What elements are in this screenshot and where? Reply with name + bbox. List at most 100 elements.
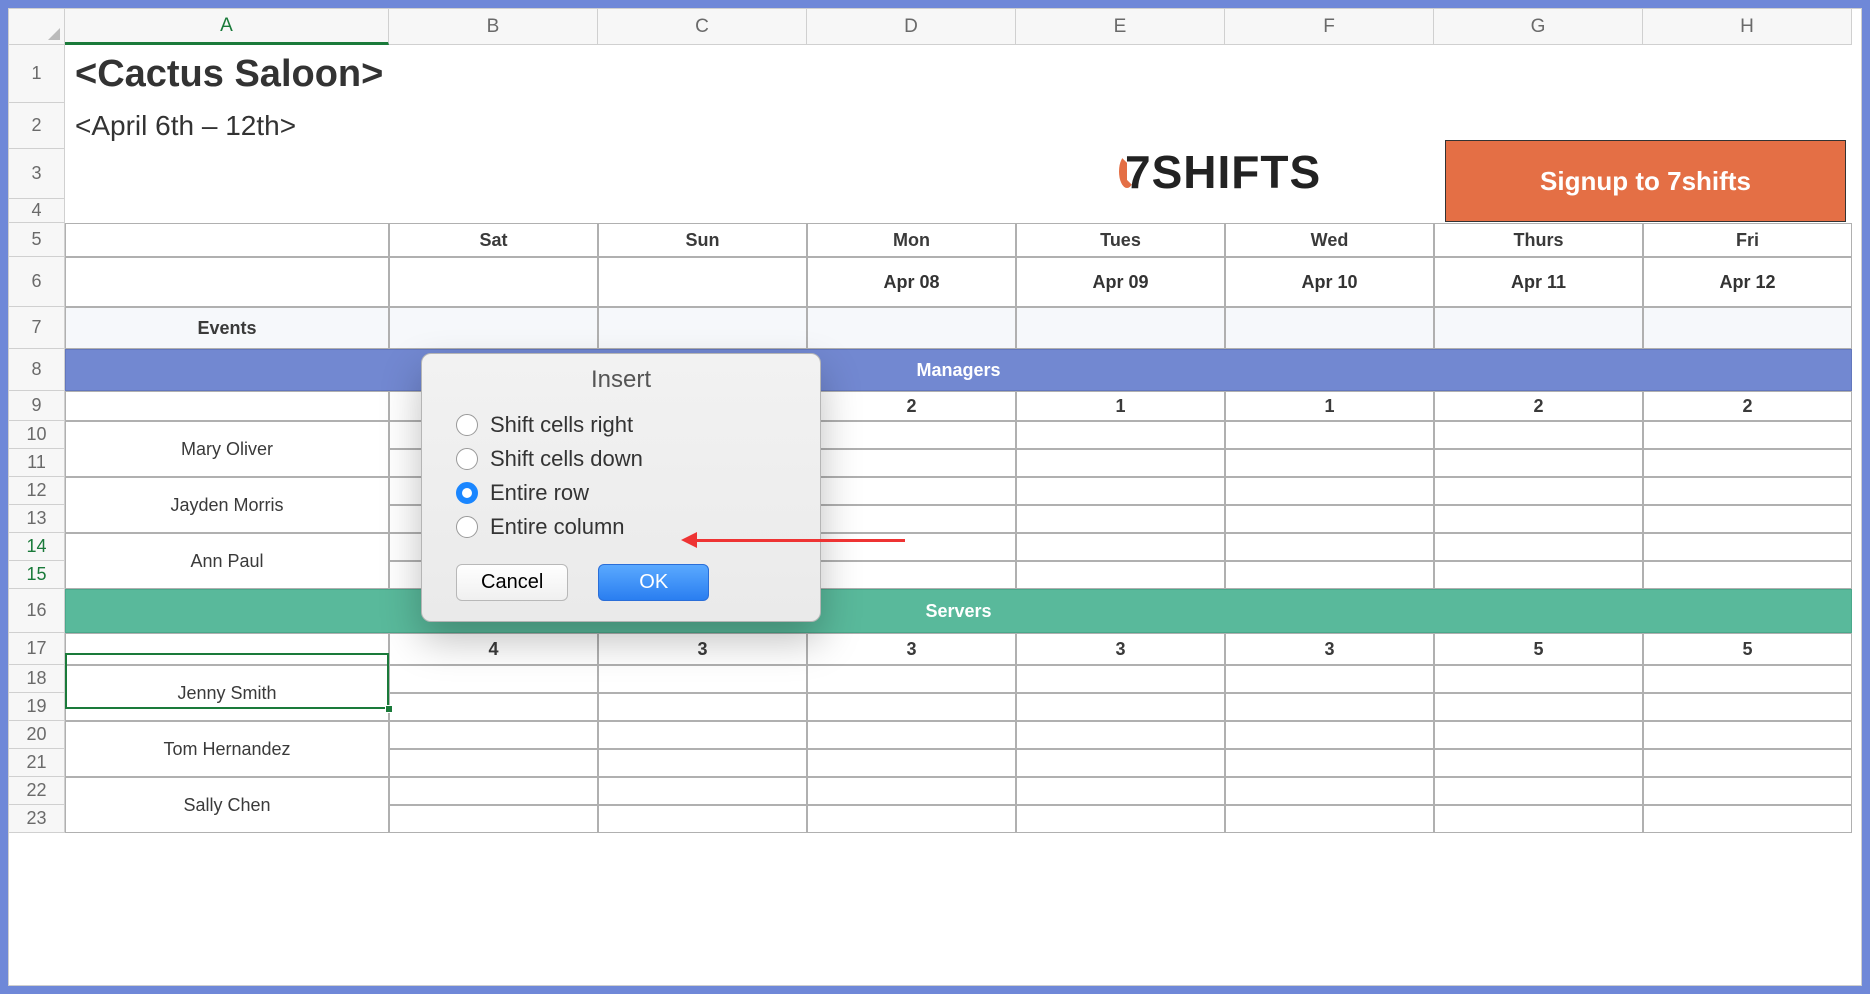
row-header-9[interactable]: 9: [9, 391, 65, 421]
managers-section[interactable]: Managers: [65, 349, 1852, 391]
blank-cell[interactable]: [1016, 103, 1225, 149]
srv-count-6[interactable]: 5: [1643, 633, 1852, 665]
mgr-name-2[interactable]: Ann Paul: [65, 533, 389, 589]
mgr-count-3[interactable]: 1: [1016, 391, 1225, 421]
srv-shift-cell[interactable]: [389, 749, 598, 777]
mgr-count-6[interactable]: 2: [1643, 391, 1852, 421]
date-header-5[interactable]: Apr 11: [1434, 257, 1643, 307]
mgr-shift-cell[interactable]: [1434, 533, 1643, 561]
radio-entire-row[interactable]: Entire row: [456, 476, 786, 510]
day-header-0[interactable]: Sat: [389, 223, 598, 257]
srv-shift-cell[interactable]: [1434, 665, 1643, 693]
row-header-16[interactable]: 16: [9, 589, 65, 633]
row-header-1[interactable]: 1: [9, 45, 65, 103]
srv-name-1[interactable]: Tom Hernandez: [65, 721, 389, 777]
srv-shift-cell[interactable]: [1643, 777, 1852, 805]
row-header-2[interactable]: 2: [9, 103, 65, 149]
row-header-13[interactable]: 13: [9, 505, 65, 533]
mgr-shift-cell[interactable]: [807, 421, 1016, 449]
col-header-C[interactable]: C: [598, 9, 807, 45]
mgr-shift-cell[interactable]: [1016, 449, 1225, 477]
srv-shift-cell[interactable]: [1643, 693, 1852, 721]
srv-count-4[interactable]: 3: [1225, 633, 1434, 665]
srv-shift-cell[interactable]: [807, 721, 1016, 749]
row-header-21[interactable]: 21: [9, 749, 65, 777]
events-label[interactable]: Events: [65, 307, 389, 349]
mgr-shift-cell[interactable]: [1225, 477, 1434, 505]
mgr-shift-cell[interactable]: [1016, 477, 1225, 505]
mgr-shift-cell[interactable]: [1225, 505, 1434, 533]
blank-cell[interactable]: [65, 199, 389, 223]
row-header-6[interactable]: 6: [9, 257, 65, 307]
row-header-4[interactable]: 4: [9, 199, 65, 223]
srv-shift-cell[interactable]: [807, 777, 1016, 805]
mgr-shift-cell[interactable]: [1434, 505, 1643, 533]
srv-shift-cell[interactable]: [1225, 665, 1434, 693]
row-header-7[interactable]: 7: [9, 307, 65, 349]
mgr-shift-cell[interactable]: [807, 449, 1016, 477]
srv-count-1[interactable]: 3: [598, 633, 807, 665]
col-header-B[interactable]: B: [389, 9, 598, 45]
mgr-shift-cell[interactable]: [1434, 561, 1643, 589]
mgr-shift-cell[interactable]: [1016, 533, 1225, 561]
row-header-19[interactable]: 19: [9, 693, 65, 721]
day-header-1[interactable]: Sun: [598, 223, 807, 257]
row-header-11[interactable]: 11: [9, 449, 65, 477]
blank-cell[interactable]: [598, 149, 807, 199]
srv-shift-cell[interactable]: [1434, 749, 1643, 777]
mgr-shift-cell[interactable]: [1016, 561, 1225, 589]
mgr-shift-cell[interactable]: [1434, 449, 1643, 477]
srv-shift-cell[interactable]: [807, 665, 1016, 693]
mgr-name-1[interactable]: Jayden Morris: [65, 477, 389, 533]
srv-shift-cell[interactable]: [389, 665, 598, 693]
row-header-14[interactable]: 14: [9, 533, 65, 561]
mgr-shift-cell[interactable]: [1643, 533, 1852, 561]
mgr-shift-cell[interactable]: [1434, 477, 1643, 505]
event-cell-0[interactable]: [389, 307, 598, 349]
col-header-A[interactable]: A: [65, 9, 389, 45]
srv-shift-cell[interactable]: [389, 693, 598, 721]
srv-shift-cell[interactable]: [1016, 665, 1225, 693]
row-header-18[interactable]: 18: [9, 665, 65, 693]
date-header-4[interactable]: Apr 10: [1225, 257, 1434, 307]
mgr-shift-cell[interactable]: [1225, 533, 1434, 561]
mgr-shift-cell[interactable]: [807, 505, 1016, 533]
row-header-23[interactable]: 23: [9, 805, 65, 833]
srv-shift-cell[interactable]: [807, 805, 1016, 833]
mgr-shift-cell[interactable]: [1643, 505, 1852, 533]
spreadsheet-grid[interactable]: ABCDEFGH1<Cactus Saloon>2<April 6th – 12…: [9, 9, 1861, 833]
srv-shift-cell[interactable]: [389, 721, 598, 749]
day-header-6[interactable]: Fri: [1643, 223, 1852, 257]
day-header-2[interactable]: Mon: [807, 223, 1016, 257]
col-header-E[interactable]: E: [1016, 9, 1225, 45]
signup-button[interactable]: Signup to 7shifts: [1445, 140, 1846, 222]
srv-shift-cell[interactable]: [598, 665, 807, 693]
event-cell-2[interactable]: [807, 307, 1016, 349]
ok-button[interactable]: OK: [598, 564, 709, 601]
mgr-shift-cell[interactable]: [1434, 421, 1643, 449]
srv-shift-cell[interactable]: [389, 805, 598, 833]
selection-handle[interactable]: [385, 705, 393, 713]
col-header-D[interactable]: D: [807, 9, 1016, 45]
day-header-4[interactable]: Wed: [1225, 223, 1434, 257]
radio-shift-cells-down[interactable]: Shift cells down: [456, 442, 786, 476]
srv-shift-cell[interactable]: [1434, 693, 1643, 721]
srv-shift-cell[interactable]: [1225, 805, 1434, 833]
date-header-1[interactable]: [598, 257, 807, 307]
mgr-shift-cell[interactable]: [1016, 505, 1225, 533]
srv-shift-cell[interactable]: [1643, 665, 1852, 693]
row-header-3[interactable]: 3: [9, 149, 65, 199]
mgr-name-0[interactable]: Mary Oliver: [65, 421, 389, 477]
mgr-shift-cell[interactable]: [1643, 477, 1852, 505]
srv-shift-cell[interactable]: [1643, 721, 1852, 749]
event-cell-1[interactable]: [598, 307, 807, 349]
blank-cell[interactable]: [65, 149, 389, 199]
servers-section[interactable]: Servers: [65, 589, 1852, 633]
srv-shift-cell[interactable]: [598, 749, 807, 777]
srv-count-0[interactable]: 4: [389, 633, 598, 665]
srv-shift-cell[interactable]: [1643, 749, 1852, 777]
srv-shift-cell[interactable]: [598, 805, 807, 833]
srv-count-label[interactable]: [65, 633, 389, 665]
date-header-6[interactable]: Apr 12: [1643, 257, 1852, 307]
blank-cell[interactable]: [1225, 45, 1434, 103]
